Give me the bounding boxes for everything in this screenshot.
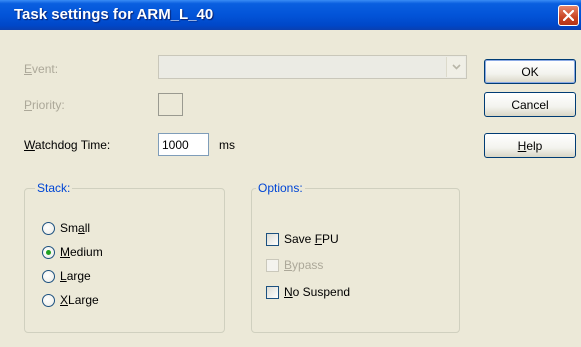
radio-selected-dot (46, 250, 51, 255)
no-suspend-label[interactable]: No Suspend (284, 285, 350, 299)
help-button[interactable]: Help (484, 133, 576, 158)
no-suspend-checkbox[interactable] (266, 286, 279, 299)
save-fpu-checkbox[interactable] (266, 233, 279, 246)
priority-label: Priority: (24, 98, 65, 112)
help-button-label: Help (517, 138, 543, 153)
bypass-checkbox[interactable] (266, 259, 279, 272)
dialog-window: Task settings for ARM_L_40 Event: Priori… (0, 0, 581, 347)
ok-button[interactable]: OK (484, 59, 576, 84)
cancel-button[interactable]: Cancel (484, 92, 576, 117)
watchdog-time-input[interactable] (158, 133, 209, 156)
radio-xlarge[interactable] (42, 294, 55, 307)
cancel-button-label: Cancel (511, 97, 549, 112)
priority-field[interactable] (158, 93, 183, 116)
stack-group (24, 188, 225, 333)
radio-small[interactable] (42, 222, 55, 235)
title-bar[interactable]: Task settings for ARM_L_40 (0, 0, 581, 30)
bypass-label[interactable]: Bypass (284, 258, 323, 272)
radio-xlarge-label[interactable]: XLarge (60, 293, 99, 307)
close-x-icon (563, 10, 574, 21)
event-dropdown[interactable] (158, 55, 467, 79)
options-group-title: Options: (256, 181, 305, 195)
close-button[interactable] (558, 5, 579, 26)
dropdown-arrow[interactable] (446, 57, 465, 77)
radio-medium-label[interactable]: Medium (60, 245, 103, 259)
stack-group-title: Stack: (35, 181, 73, 195)
ok-button-label: OK (521, 64, 539, 79)
chevron-down-icon (452, 64, 461, 70)
watchdog-label: Watchdog Time: (24, 138, 111, 152)
save-fpu-label[interactable]: Save FPU (284, 232, 339, 246)
event-label: Event: (24, 62, 59, 76)
radio-small-label[interactable]: Small (60, 221, 90, 235)
window-title: Task settings for ARM_L_40 (14, 6, 214, 23)
radio-large-label[interactable]: Large (60, 269, 91, 283)
radio-large[interactable] (42, 270, 55, 283)
watchdog-unit: ms (219, 138, 235, 152)
radio-medium[interactable] (42, 246, 55, 259)
options-group (251, 188, 460, 333)
